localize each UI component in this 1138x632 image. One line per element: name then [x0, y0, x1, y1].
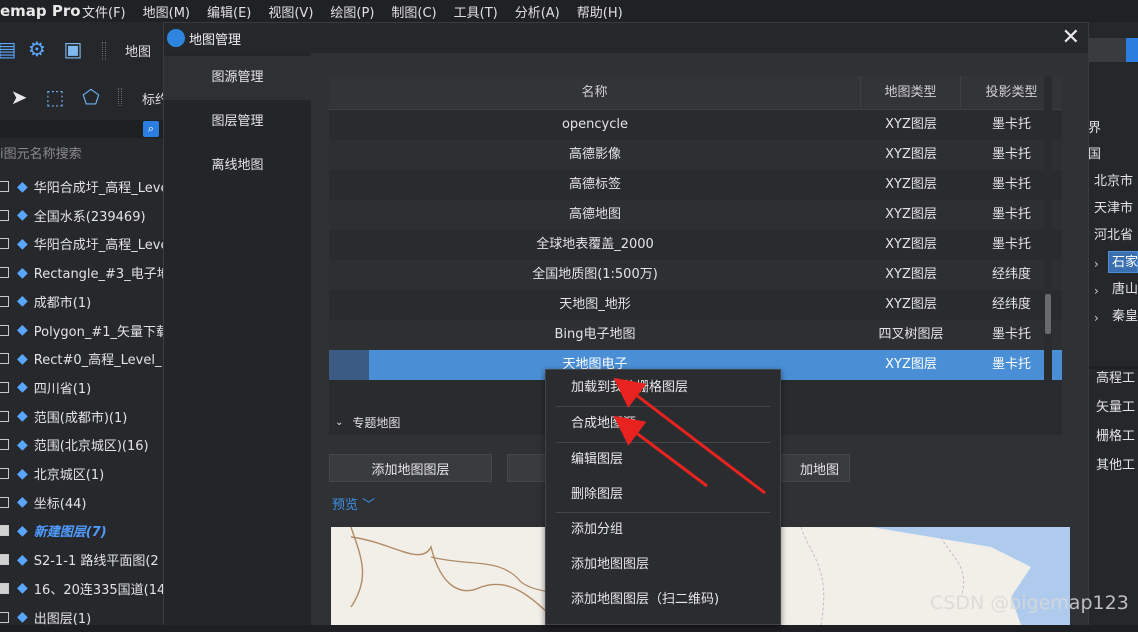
annotation-arrows [613, 377, 766, 495]
watermark: CSDN @bigemap123 [930, 592, 1129, 614]
arrow-to-compose-source [613, 415, 708, 488]
